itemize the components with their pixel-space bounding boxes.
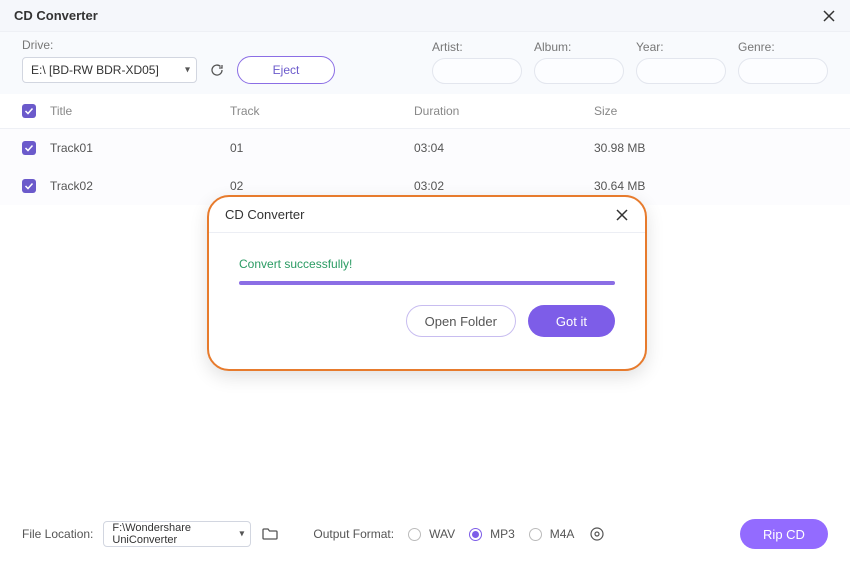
row-size: 30.64 MB — [594, 179, 828, 193]
row-track: 01 — [230, 141, 414, 155]
row-title: Track02 — [50, 179, 230, 193]
refresh-icon[interactable] — [205, 58, 229, 82]
open-folder-button[interactable]: Open Folder — [406, 305, 516, 337]
drive-select[interactable]: E:\ [BD-RW BDR-XD05] ▾ — [22, 57, 197, 83]
row-duration: 03:04 — [414, 141, 594, 155]
open-folder-icon[interactable] — [261, 525, 279, 543]
album-label: Album: — [534, 40, 624, 54]
year-input[interactable] — [636, 58, 726, 84]
file-location-select[interactable]: F:\Wondershare UniConverter ▾ — [103, 521, 251, 547]
row-checkbox[interactable] — [22, 141, 36, 155]
row-title: Track01 — [50, 141, 230, 155]
file-location-label: File Location: — [22, 527, 93, 541]
modal-title: CD Converter — [225, 207, 304, 222]
drive-label: Drive: — [22, 38, 335, 52]
row-size: 30.98 MB — [594, 141, 828, 155]
footer-bar: File Location: F:\Wondershare UniConvert… — [0, 506, 850, 562]
modal-close-icon[interactable] — [615, 208, 629, 222]
header-size: Size — [594, 104, 828, 118]
row-duration: 03:02 — [414, 179, 594, 193]
format-settings-icon[interactable] — [588, 525, 606, 543]
metadata-bar: Drive: E:\ [BD-RW BDR-XD05] ▾ Eject Arti… — [0, 32, 850, 94]
chevron-down-icon: ▾ — [185, 65, 190, 76]
got-it-button[interactable]: Got it — [528, 305, 615, 337]
select-all-checkbox[interactable] — [22, 104, 36, 118]
row-track: 02 — [230, 179, 414, 193]
row-checkbox[interactable] — [22, 179, 36, 193]
success-message: Convert successfully! — [239, 257, 615, 271]
header-title: Title — [50, 104, 230, 118]
format-m4a[interactable]: M4A — [529, 527, 575, 541]
genre-input[interactable] — [738, 58, 828, 84]
format-mp3[interactable]: MP3 — [469, 527, 515, 541]
artist-input[interactable] — [432, 58, 522, 84]
chevron-down-icon: ▾ — [239, 529, 244, 540]
window-title: CD Converter — [14, 8, 98, 23]
year-label: Year: — [636, 40, 726, 54]
format-wav[interactable]: WAV — [408, 527, 455, 541]
progress-bar — [239, 281, 615, 285]
file-location-value: F:\Wondershare UniConverter — [112, 522, 228, 546]
eject-button[interactable]: Eject — [237, 56, 335, 84]
drive-value: E:\ [BD-RW BDR-XD05] — [31, 63, 159, 77]
rip-cd-button[interactable]: Rip CD — [740, 519, 828, 549]
artist-label: Artist: — [432, 40, 522, 54]
genre-label: Genre: — [738, 40, 828, 54]
table-row: Track01 01 03:04 30.98 MB — [0, 129, 850, 167]
header-track: Track — [230, 104, 414, 118]
table-header: Title Track Duration Size — [0, 94, 850, 129]
output-format-label: Output Format: — [313, 527, 394, 541]
window-close-icon[interactable] — [822, 9, 836, 23]
header-duration: Duration — [414, 104, 594, 118]
success-modal: CD Converter Convert successfully! Open … — [207, 195, 647, 371]
album-input[interactable] — [534, 58, 624, 84]
